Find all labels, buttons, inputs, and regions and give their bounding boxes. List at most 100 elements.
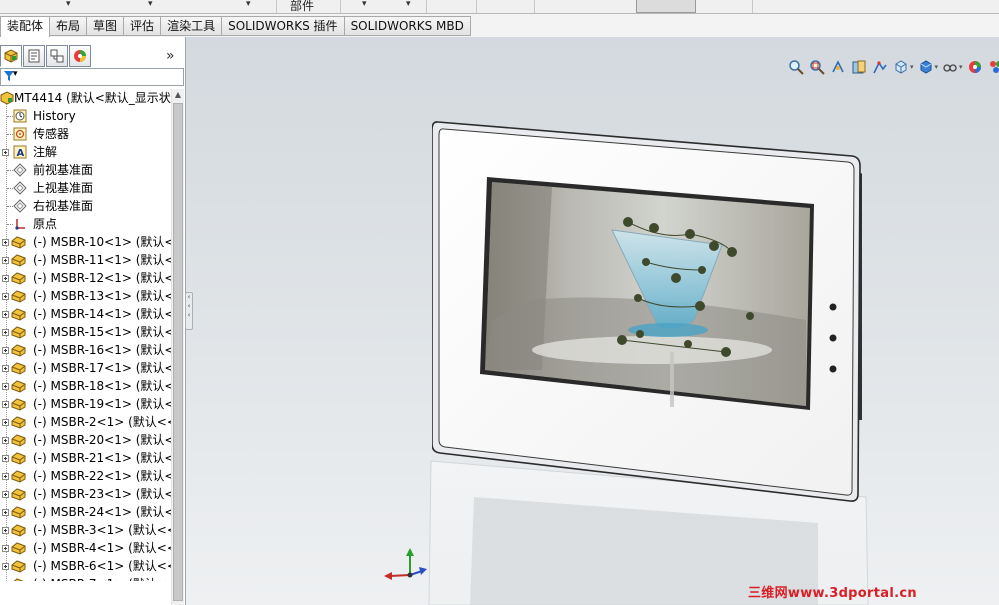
dropdown-arrow-icon[interactable]: ▾ [66, 0, 71, 13]
tree-item-annotations[interactable]: A 注解 [0, 143, 171, 161]
feature-manager-tab[interactable] [0, 45, 22, 67]
scroll-up-icon[interactable]: ▲ [172, 89, 184, 101]
tree-item-history[interactable]: History [0, 107, 171, 125]
component-part-icon [11, 523, 26, 538]
previous-view-icon[interactable] [829, 58, 847, 76]
expand-icon[interactable] [2, 563, 9, 570]
tree-item-front-plane[interactable]: 前视基准面 [0, 161, 171, 179]
tree-item-component[interactable]: (-) MSBR-23<1> (默认< [0, 485, 171, 503]
tree-item-component[interactable]: (-) MSBR-24<1> (默认< [0, 503, 171, 521]
expand-icon[interactable] [2, 509, 9, 516]
tree-item-component[interactable]: (-) MSBR-16<1> (默认< [0, 341, 171, 359]
tree-item-component[interactable]: (-) MSBR-6<1> (默认<< [0, 557, 171, 575]
tab-assembly[interactable]: 装配体 [0, 16, 51, 37]
zoom-to-fit-icon[interactable] [787, 58, 805, 76]
component-part-icon [11, 505, 26, 520]
expand-icon[interactable] [2, 239, 9, 246]
component-label: (-) MSBR-3<1> (默认<< [33, 523, 171, 537]
expand-icon[interactable] [2, 455, 9, 462]
toolbar-selected-button[interactable] [636, 0, 696, 13]
expand-icon[interactable] [2, 383, 9, 390]
dropdown-arrow-icon[interactable]: ▾ [246, 0, 251, 13]
dropdown-arrow-icon[interactable]: ▾ [910, 63, 914, 71]
tab-layout[interactable]: 布局 [50, 16, 88, 36]
tree-item-component[interactable]: (-) MSBR-12<1> (默认< [0, 269, 171, 287]
configuration-manager-tab[interactable] [46, 45, 68, 67]
tree-item-component[interactable]: (-) MSBR-4<1> (默认<< [0, 539, 171, 557]
tree-vertical-scrollbar[interactable]: ▲ ▼ [171, 89, 184, 605]
tree-item-component[interactable]: (-) MSBR-13<1> (默认< [0, 287, 171, 305]
tree-item-component[interactable]: (-) MSBR-11<1> (默认< [0, 251, 171, 269]
tree-root-assembly[interactable]: MT4414 (默认<默认_显示状 [0, 89, 171, 107]
tree-item-right-plane[interactable]: 右视基准面 [0, 197, 171, 215]
tree-item-component[interactable]: (-) MSBR-19<1> (默认< [0, 395, 171, 413]
tab-render-tools[interactable]: 渲染工具 [161, 16, 223, 36]
tree-item-component[interactable]: (-) MSBR-21<1> (默认< [0, 449, 171, 467]
component-label: (-) MSBR-13<1> (默认< [33, 289, 171, 303]
tree-item-sensors[interactable]: 传感器 [0, 125, 171, 143]
expand-icon[interactable] [2, 257, 9, 264]
command-toolbar-strip: ▾ ▾ ▾ 部件 ▾ ▾ [0, 0, 999, 14]
expand-icon[interactable] [2, 473, 9, 480]
graphics-viewport[interactable]: ▾ ▾ ▾ ▾ ▾ [186, 37, 999, 605]
tree-filter-bar[interactable]: ▾ [0, 68, 184, 86]
dropdown-arrow-icon[interactable]: ▾ [935, 63, 939, 71]
expand-icon[interactable] [2, 329, 9, 336]
expand-icon[interactable] [2, 149, 9, 156]
tree-item-component[interactable]: (-) MSBR-10<1> (默认< [0, 233, 171, 251]
tree-item-component[interactable]: (-) MSBR-2<1> (默认<< [0, 413, 171, 431]
dynamic-annotation-icon[interactable] [871, 58, 889, 76]
display-style-icon[interactable] [917, 58, 935, 76]
expand-icon[interactable] [2, 491, 9, 498]
panel-splitter-handle[interactable]: ‹ ‹ ‹ [185, 292, 193, 330]
dropdown-arrow-icon[interactable]: ▾ [959, 63, 963, 71]
tab-sketch[interactable]: 草图 [87, 16, 125, 36]
tree-item-label: 上视基准面 [33, 181, 94, 195]
tab-solidworks-addins[interactable]: SOLIDWORKS 插件 [222, 16, 345, 36]
filter-dropdown-arrow[interactable]: ▾ [13, 69, 18, 79]
expand-icon[interactable] [2, 347, 9, 354]
expand-icon[interactable] [2, 437, 9, 444]
expand-icon[interactable] [2, 311, 9, 318]
tree-item-component[interactable]: (-) MSBR-20<1> (默认< [0, 431, 171, 449]
tree-item-component[interactable]: (-) MSBR-17<1> (默认< [0, 359, 171, 377]
display-manager-tab[interactable] [69, 45, 91, 67]
section-view-icon[interactable] [850, 58, 868, 76]
scroll-thumb[interactable] [173, 103, 183, 601]
toolbar-separator [476, 0, 477, 13]
dropdown-arrow-icon[interactable]: ▾ [148, 0, 153, 13]
panel-more-button[interactable]: » [166, 48, 175, 64]
tree-item-component[interactable]: (-) MSBR-15<1> (默认< [0, 323, 171, 341]
component-part-icon [11, 361, 26, 376]
expand-icon[interactable] [2, 527, 9, 534]
expand-icon[interactable] [2, 293, 9, 300]
tab-evaluate[interactable]: 评估 [124, 16, 162, 36]
tree-item-component[interactable]: (-) MSBR-14<1> (默认< [0, 305, 171, 323]
expand-icon[interactable] [2, 419, 9, 426]
view-orientation-icon[interactable] [892, 58, 910, 76]
expand-icon[interactable] [2, 545, 9, 552]
toolbar-separator [426, 0, 427, 13]
dropdown-arrow-icon[interactable]: ▾ [362, 0, 367, 13]
component-label: (-) MSBR-4<1> (默认<< [33, 541, 171, 555]
heads-up-view-toolbar: ▾ ▾ ▾ ▾ ▾ [787, 57, 999, 77]
component-label: (-) MSBR-22<1> (默认< [33, 469, 171, 483]
expand-icon[interactable] [2, 365, 9, 372]
tree-item-component[interactable]: (-) MSBR-22<1> (默认< [0, 467, 171, 485]
tree-item-component[interactable]: (-) MSBR-18<1> (默认< [0, 377, 171, 395]
tree-item-component[interactable]: (-) MSBR-3<1> (默认<< [0, 521, 171, 539]
edit-appearance-icon[interactable] [966, 58, 984, 76]
part-label[interactable]: 部件 [290, 0, 314, 14]
apply-scene-icon[interactable] [987, 58, 999, 76]
zoom-to-area-icon[interactable] [808, 58, 826, 76]
expand-icon[interactable] [2, 401, 9, 408]
tree-item-origin[interactable]: 原点 [0, 215, 171, 233]
tree-item-component[interactable]: (-) MSBR-7<1> (默认<< [0, 575, 171, 581]
tab-solidworks-mbd[interactable]: SOLIDWORKS MBD [344, 16, 471, 36]
dropdown-arrow-icon[interactable]: ▾ [406, 0, 411, 13]
expand-icon[interactable] [2, 275, 9, 282]
hide-show-items-icon[interactable] [941, 58, 959, 76]
property-manager-tab[interactable] [23, 45, 45, 67]
tree-item-top-plane[interactable]: 上视基准面 [0, 179, 171, 197]
hmi-device-model[interactable] [432, 120, 862, 502]
